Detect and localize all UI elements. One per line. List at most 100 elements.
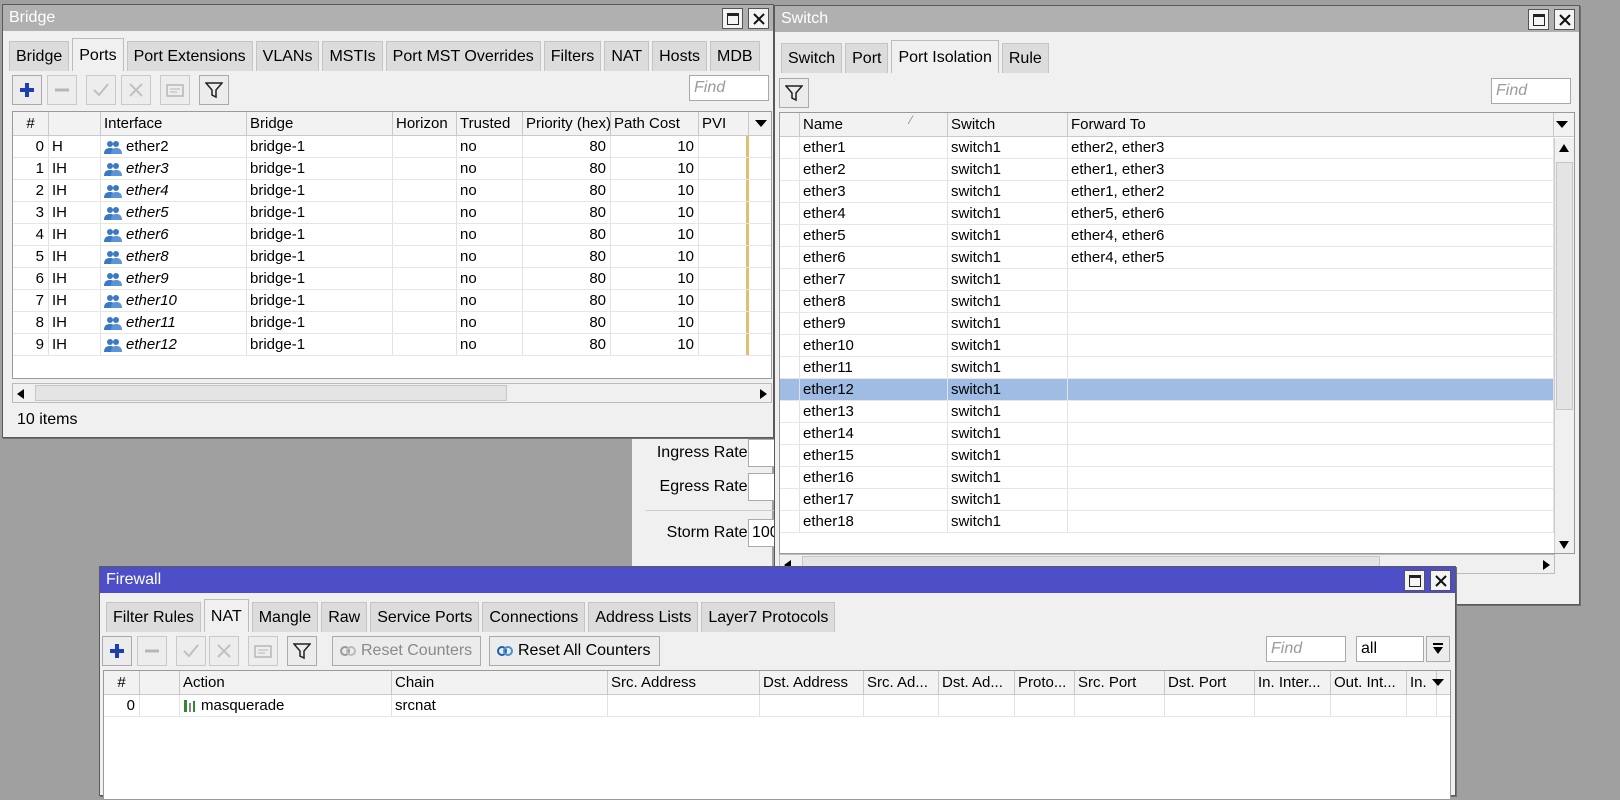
close-button[interactable] [1430, 570, 1451, 591]
table-row[interactable]: ether15 switch1 [780, 445, 1574, 467]
column-header[interactable]: Forward To [1068, 113, 1554, 136]
table-row[interactable]: ether12 switch1 [780, 379, 1574, 401]
column-menu-icon[interactable] [755, 120, 767, 127]
table-row[interactable]: ether13 switch1 [780, 401, 1574, 423]
tab-switch[interactable]: Switch [781, 43, 843, 73]
table-row[interactable]: ether10 switch1 [780, 335, 1574, 357]
column-header[interactable]: Interface [101, 112, 247, 135]
column-header[interactable]: Src. Address [608, 671, 760, 694]
table-row[interactable]: 9 IH ether12 bridge-1 no 80 10 [13, 334, 771, 356]
table-row[interactable]: 1 IH ether3 bridge-1 no 80 10 [13, 158, 771, 180]
column-header[interactable]: Priority (hex) [523, 112, 611, 135]
column-header[interactable]: # [13, 112, 49, 135]
add-button[interactable] [102, 636, 132, 666]
table-row[interactable]: ether2 switch1 ether1, ether3 [780, 159, 1574, 181]
tab-mangle[interactable]: Mangle [251, 602, 319, 632]
maximize-button[interactable] [1404, 570, 1425, 591]
find-input[interactable]: Find [689, 75, 769, 101]
tab-raw[interactable]: Raw [321, 602, 368, 632]
bridge-titlebar[interactable]: Bridge [3, 5, 773, 31]
add-button[interactable] [12, 75, 42, 105]
filter-button[interactable] [199, 75, 229, 105]
column-header[interactable]: Chain [392, 671, 608, 694]
table-row[interactable]: ether4 switch1 ether5, ether6 [780, 203, 1574, 225]
table-row[interactable]: ether9 switch1 [780, 313, 1574, 335]
filter-button[interactable] [779, 78, 809, 108]
table-row[interactable]: 4 IH ether6 bridge-1 no 80 10 [13, 224, 771, 246]
table-row[interactable]: ether5 switch1 ether4, ether6 [780, 225, 1574, 247]
filter-button[interactable] [287, 636, 317, 666]
column-header[interactable]: Dst. Ad... [939, 671, 1015, 694]
tab-filter-rules[interactable]: Filter Rules [106, 602, 201, 632]
column-header[interactable]: Action [180, 671, 392, 694]
column-header[interactable]: PVI [699, 112, 749, 135]
table-row[interactable]: 3 IH ether5 bridge-1 no 80 10 [13, 202, 771, 224]
table-row[interactable]: ether7 switch1 [780, 269, 1574, 291]
table-row[interactable]: ether8 switch1 [780, 291, 1574, 313]
maximize-button[interactable] [1528, 9, 1549, 30]
tab-port-isolation[interactable]: Port Isolation [891, 40, 999, 73]
column-header[interactable]: Name [800, 113, 948, 136]
column-header[interactable]: Horizon [393, 112, 457, 135]
reset-all-counters-button[interactable]: Reset All Counters [489, 636, 660, 666]
tab-port-extensions[interactable]: Port Extensions [126, 41, 253, 71]
tab-layer7-protocols[interactable]: Layer7 Protocols [701, 602, 836, 632]
table-row[interactable]: ether11 switch1 [780, 357, 1574, 379]
column-header[interactable]: Bridge [247, 112, 393, 135]
column-header[interactable]: Src. Port [1075, 671, 1165, 694]
table-row[interactable]: ether18 switch1 [780, 511, 1574, 533]
find-input[interactable]: Find [1266, 636, 1346, 662]
column-header[interactable]: Dst. Port [1165, 671, 1255, 694]
table-row[interactable]: 8 IH ether11 bridge-1 no 80 10 [13, 312, 771, 334]
table-row[interactable]: ether17 switch1 [780, 489, 1574, 511]
table-row[interactable]: 7 IH ether10 bridge-1 no 80 10 [13, 290, 771, 312]
disable-button[interactable] [209, 636, 239, 666]
table-row[interactable]: 6 IH ether9 bridge-1 no 80 10 [13, 268, 771, 290]
column-header[interactable]: Proto... [1015, 671, 1075, 694]
disable-button[interactable] [121, 75, 151, 105]
column-menu-icon[interactable] [1432, 679, 1444, 686]
tab-vlans[interactable]: VLANs [255, 41, 320, 71]
enable-button[interactable] [86, 75, 116, 105]
scroll-thumb[interactable] [1556, 162, 1573, 410]
horizontal-scrollbar[interactable] [12, 383, 772, 403]
table-row[interactable]: 2 IH ether4 bridge-1 no 80 10 [13, 180, 771, 202]
column-header[interactable]: In. Inter... [1255, 671, 1331, 694]
vertical-scrollbar[interactable] [1554, 138, 1574, 553]
tab-nat[interactable]: NAT [604, 41, 650, 71]
remove-button[interactable] [47, 75, 77, 105]
table-row[interactable]: ether3 switch1 ether1, ether2 [780, 181, 1574, 203]
find-input[interactable]: Find [1491, 78, 1571, 104]
remove-button[interactable] [137, 636, 167, 666]
tab-ports[interactable]: Ports [72, 38, 124, 71]
maximize-button[interactable] [722, 8, 743, 29]
column-header[interactable]: Trusted [457, 112, 523, 135]
table-row[interactable]: 5 IH ether8 bridge-1 no 80 10 [13, 246, 771, 268]
comment-button[interactable] [160, 75, 190, 105]
table-row[interactable]: 0 masquerade srcnat [104, 695, 1450, 717]
tab-mstis[interactable]: MSTIs [322, 41, 383, 71]
tab-connections[interactable]: Connections [482, 602, 586, 632]
tab-service-ports[interactable]: Service Ports [370, 602, 480, 632]
tab-bridge[interactable]: Bridge [9, 41, 70, 71]
tab-rule[interactable]: Rule [1001, 43, 1049, 73]
column-header[interactable] [49, 112, 101, 135]
close-button[interactable] [1554, 9, 1575, 30]
column-header[interactable]: Path Cost [611, 112, 699, 135]
table-row[interactable]: ether6 switch1 ether4, ether5 [780, 247, 1574, 269]
enable-button[interactable] [176, 636, 206, 666]
column-header[interactable]: Dst. Address [760, 671, 864, 694]
column-header[interactable]: Switch [948, 113, 1068, 136]
column-header[interactable]: # [104, 671, 140, 694]
filter-dropdown-button[interactable] [1426, 636, 1450, 662]
column-header[interactable]: Src. Ad... [864, 671, 939, 694]
tab-mdb[interactable]: MDB [710, 41, 760, 71]
firewall-titlebar[interactable]: Firewall [100, 567, 1455, 593]
reset-counters-button[interactable]: Reset Counters [332, 636, 482, 666]
table-row[interactable]: 0 Hether2 bridge-1 no 80 10 [13, 136, 771, 158]
tab-nat[interactable]: NAT [203, 599, 249, 632]
comment-button[interactable] [248, 636, 278, 666]
tab-port-mst-overrides[interactable]: Port MST Overrides [385, 41, 541, 71]
close-button[interactable] [748, 8, 769, 29]
scroll-thumb[interactable] [35, 385, 507, 401]
